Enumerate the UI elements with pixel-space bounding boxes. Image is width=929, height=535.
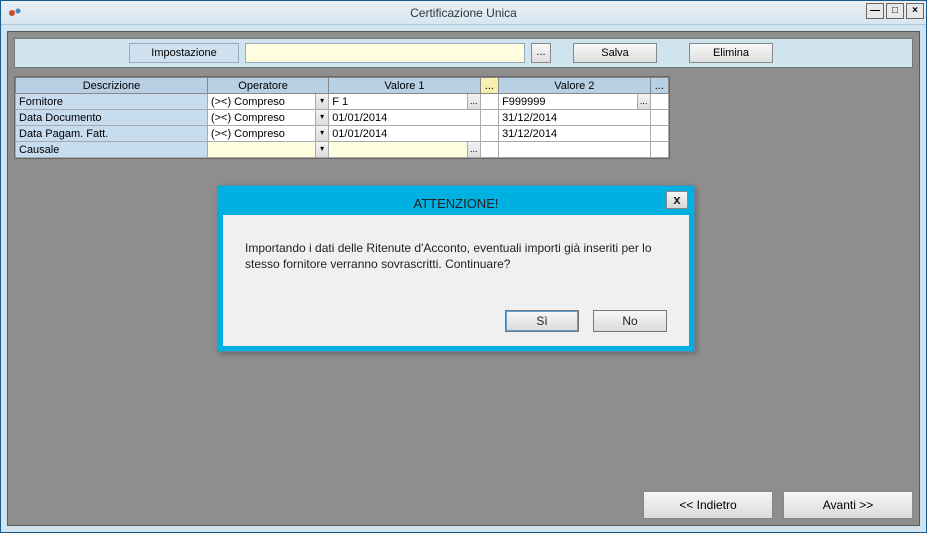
- dropdown-icon[interactable]: ▾: [315, 142, 328, 157]
- valore1-cell[interactable]: ...: [329, 142, 481, 158]
- dropdown-icon[interactable]: ▾: [315, 110, 328, 125]
- operator-cell[interactable]: (><) Compreso▾: [207, 110, 328, 126]
- close-button[interactable]: ×: [906, 3, 924, 19]
- spacer-cell: [650, 142, 668, 158]
- dialog-buttons: Sì No: [245, 310, 667, 332]
- settings-bar: Impostazione ... Salva Elimina: [14, 38, 913, 68]
- valore1-cell[interactable]: F 1...: [329, 94, 481, 110]
- spacer-cell: [480, 142, 498, 158]
- spacer-cell: [480, 110, 498, 126]
- valore2-cell[interactable]: [499, 142, 651, 158]
- col-valore1[interactable]: Valore 1: [329, 78, 481, 94]
- valore1-cell[interactable]: 01/01/2014: [329, 110, 481, 126]
- spacer-cell: [650, 94, 668, 110]
- grid-header-row: Descrizione Operatore Valore 1 ... Valor…: [16, 78, 669, 94]
- dropdown-icon[interactable]: ▾: [315, 126, 328, 141]
- table-row: Causale ▾...: [16, 142, 669, 158]
- col-valore2-lookup[interactable]: ...: [650, 78, 668, 94]
- operator-cell[interactable]: (><) Compreso▾: [207, 126, 328, 142]
- desc-cell[interactable]: Fornitore: [16, 94, 208, 110]
- no-button[interactable]: No: [593, 310, 667, 332]
- titlebar: Certificazione Unica — □ ×: [1, 1, 926, 25]
- dialog-body: Importando i dati delle Ritenute d'Accon…: [223, 215, 689, 346]
- impostazione-lookup-button[interactable]: ...: [531, 43, 551, 63]
- main-window: Certificazione Unica — □ × Impostazione …: [0, 0, 927, 533]
- dialog-title: ATTENZIONE! x: [223, 191, 689, 215]
- valore2-cell[interactable]: 31/12/2014: [499, 126, 651, 142]
- save-button[interactable]: Salva: [573, 43, 657, 63]
- table-row: Fornitore(><) Compreso▾F 1... F999999...: [16, 94, 669, 110]
- valore2-cell[interactable]: F999999...: [499, 94, 651, 110]
- dialog-close-button[interactable]: x: [666, 191, 688, 209]
- app-icon: [7, 5, 23, 21]
- impostazione-input[interactable]: [245, 43, 525, 63]
- back-button[interactable]: << Indietro: [643, 491, 773, 519]
- table-row: Data Documento(><) Compreso▾01/01/2014 31…: [16, 110, 669, 126]
- lookup-icon[interactable]: ...: [467, 94, 480, 109]
- col-valore1-lookup[interactable]: ...: [480, 78, 498, 94]
- valore1-cell[interactable]: 01/01/2014: [329, 126, 481, 142]
- lookup-icon[interactable]: ...: [467, 142, 480, 157]
- spacer-cell: [480, 94, 498, 110]
- operator-cell[interactable]: (><) Compreso▾: [207, 94, 328, 110]
- impostazione-label: Impostazione: [129, 43, 239, 63]
- operator-cell[interactable]: ▾: [207, 142, 328, 158]
- window-title: Certificazione Unica: [1, 6, 926, 20]
- wizard-buttons: << Indietro Avanti >>: [643, 491, 913, 519]
- table-row: Data Pagam. Fatt.(><) Compreso▾01/01/201…: [16, 126, 669, 142]
- lookup-icon[interactable]: ...: [637, 94, 650, 109]
- yes-button[interactable]: Sì: [505, 310, 579, 332]
- col-descrizione[interactable]: Descrizione: [16, 78, 208, 94]
- spacer-cell: [480, 126, 498, 142]
- minimize-button[interactable]: —: [866, 3, 884, 19]
- next-button[interactable]: Avanti >>: [783, 491, 913, 519]
- valore2-cell[interactable]: 31/12/2014: [499, 110, 651, 126]
- maximize-button[interactable]: □: [886, 3, 904, 19]
- window-controls: — □ ×: [866, 3, 924, 19]
- desc-cell[interactable]: Data Documento: [16, 110, 208, 126]
- col-operatore[interactable]: Operatore: [207, 78, 328, 94]
- desc-cell[interactable]: Data Pagam. Fatt.: [16, 126, 208, 142]
- dialog-message: Importando i dati delle Ritenute d'Accon…: [245, 241, 667, 272]
- spacer-cell: [650, 126, 668, 142]
- spacer-cell: [650, 110, 668, 126]
- filter-grid: Descrizione Operatore Valore 1 ... Valor…: [14, 76, 670, 159]
- attention-dialog: ATTENZIONE! x Importando i dati delle Ri…: [217, 185, 695, 352]
- dropdown-icon[interactable]: ▾: [315, 94, 328, 109]
- delete-button[interactable]: Elimina: [689, 43, 773, 63]
- col-valore2[interactable]: Valore 2: [499, 78, 651, 94]
- desc-cell[interactable]: Causale: [16, 142, 208, 158]
